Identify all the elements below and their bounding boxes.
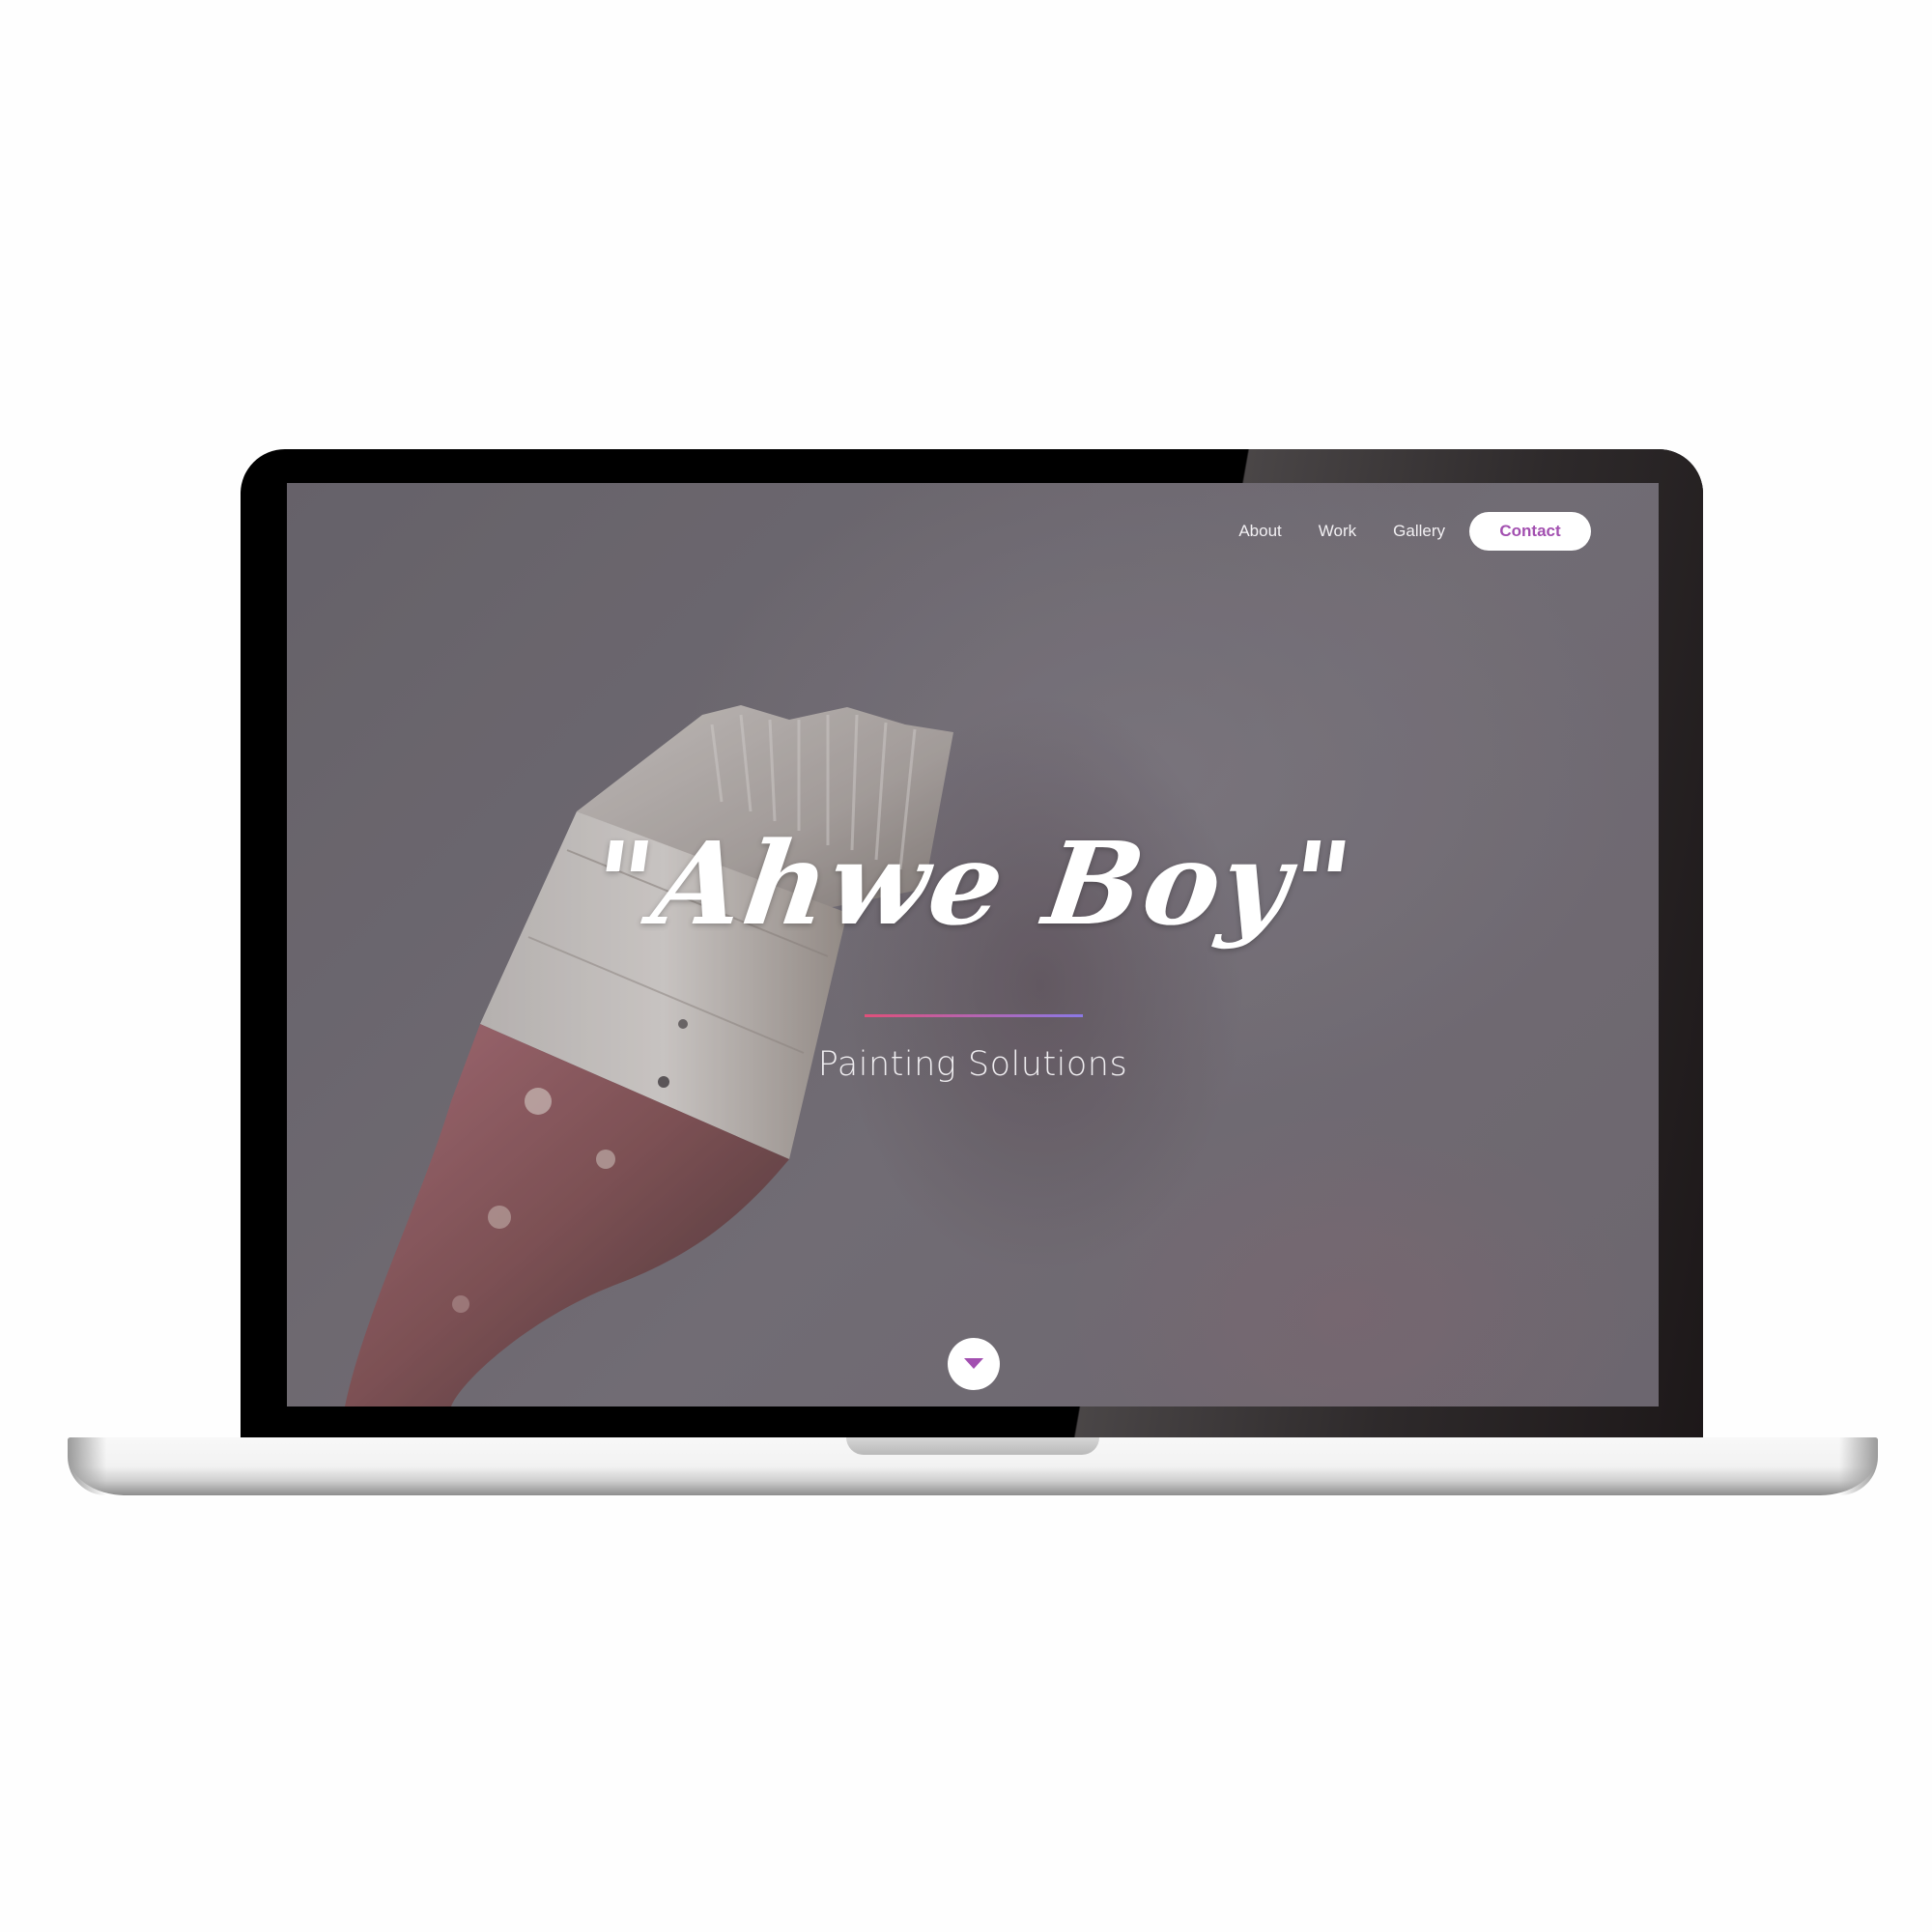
scroll-down-button[interactable] — [948, 1338, 1000, 1390]
hero-subtitle: Painting Solutions — [817, 1045, 1128, 1084]
nav-work[interactable]: Work — [1300, 522, 1375, 541]
contact-button[interactable]: Contact — [1469, 512, 1591, 551]
nav-gallery[interactable]: Gallery — [1375, 522, 1463, 541]
laptop-screen: About Work Gallery Contact "Ahwe Boy" Pa… — [287, 483, 1659, 1406]
nav-about[interactable]: About — [1220, 522, 1299, 541]
laptop-notch — [846, 1437, 1099, 1455]
hero-divider — [865, 1014, 1083, 1017]
hero-title: "Ahwe Boy" — [583, 816, 1362, 951]
caret-down-icon — [964, 1358, 983, 1369]
top-nav: About Work Gallery Contact — [1220, 512, 1591, 551]
